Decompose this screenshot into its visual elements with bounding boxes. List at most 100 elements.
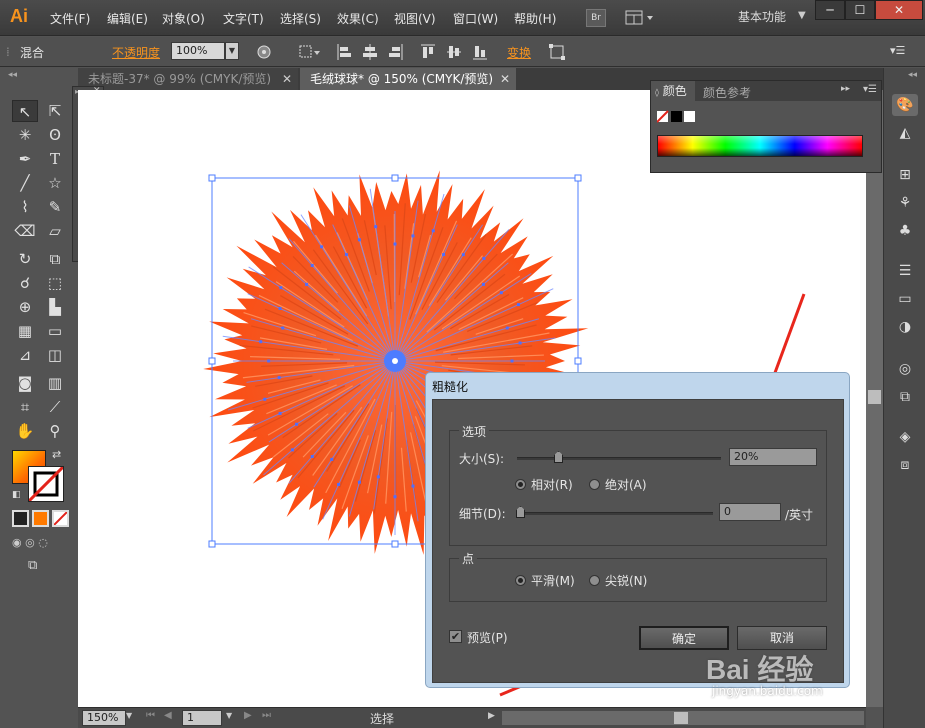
anchor-point[interactable] bbox=[411, 234, 415, 238]
horizontal-scrollbar[interactable] bbox=[502, 711, 864, 725]
symbol-sprayer-tool-icon[interactable]: ◙ bbox=[12, 372, 38, 394]
default-colors-icon[interactable]: ◧ bbox=[12, 490, 21, 500]
scroll-thumb[interactable] bbox=[674, 712, 688, 724]
type-tool-icon[interactable]: T bbox=[42, 148, 68, 170]
paintbrush-tool-icon[interactable]: ⌇ bbox=[12, 196, 38, 218]
selection-tool-icon[interactable]: ↖ bbox=[12, 100, 38, 122]
anchor-point[interactable] bbox=[320, 245, 324, 249]
anchor-point[interactable] bbox=[330, 457, 334, 461]
last-artboard-icon[interactable]: ⏭ bbox=[262, 710, 271, 721]
color-chips[interactable] bbox=[657, 110, 697, 124]
line-tool-icon[interactable]: ╱ bbox=[12, 172, 38, 194]
align-right-icon[interactable] bbox=[388, 43, 404, 61]
anchor-point[interactable] bbox=[393, 495, 397, 499]
layers-icon[interactable]: ◈ bbox=[892, 426, 918, 448]
scroll-thumb[interactable] bbox=[868, 390, 881, 404]
anchor-point[interactable] bbox=[510, 359, 514, 363]
smooth-radio[interactable] bbox=[515, 575, 526, 586]
shape-builder-tool-icon[interactable]: ⊕ bbox=[12, 296, 38, 318]
resize-handle[interactable] bbox=[208, 174, 216, 182]
minimize-button[interactable]: ─ bbox=[815, 0, 845, 20]
size-input[interactable]: 20% bbox=[729, 448, 817, 466]
anchor-point[interactable] bbox=[411, 484, 415, 488]
gradient-panel-icon[interactable]: ▭ bbox=[892, 288, 918, 310]
rotate-tool-icon[interactable]: ↻ bbox=[12, 248, 38, 270]
menu-edit[interactable]: 编辑(E) bbox=[107, 10, 148, 27]
anchor-point[interactable] bbox=[310, 264, 314, 268]
slice-tool-icon[interactable]: ⟋ bbox=[42, 396, 68, 418]
menu-file[interactable]: 文件(F) bbox=[50, 10, 90, 27]
isolate-icon[interactable] bbox=[548, 43, 566, 61]
tab-color-guide[interactable]: 颜色参考 bbox=[703, 84, 751, 101]
column-graph-tool-icon[interactable]: ▥ bbox=[42, 372, 68, 394]
align-left-icon[interactable] bbox=[336, 43, 352, 61]
transparency-icon[interactable]: ◑ bbox=[892, 316, 918, 338]
vertical-scrollbar[interactable] bbox=[866, 90, 883, 707]
pen-tool-icon[interactable]: ✒ bbox=[12, 148, 38, 170]
bridge-button[interactable]: Br bbox=[586, 9, 606, 27]
corner-radio[interactable] bbox=[589, 575, 600, 586]
menu-type[interactable]: 文字(T) bbox=[223, 10, 264, 27]
symbols-icon[interactable]: ♣ bbox=[892, 220, 918, 242]
resize-handle[interactable] bbox=[574, 357, 582, 365]
appearance-icon[interactable]: ◎ bbox=[892, 358, 918, 380]
tab-untitled-37[interactable]: 未标题-37* @ 99% (CMYK/预览) ✕ bbox=[78, 68, 298, 90]
resize-handle[interactable] bbox=[391, 540, 399, 548]
lasso-tool-icon[interactable]: ʘ bbox=[42, 124, 68, 146]
star-tool-icon[interactable]: ☆ bbox=[42, 172, 68, 194]
menu-view[interactable]: 视图(V) bbox=[394, 10, 436, 27]
tab-fuzzy-ball[interactable]: 毛绒球球* @ 150% (CMYK/预览) ✕ bbox=[300, 68, 516, 90]
panel-menu-icon[interactable]: ▾☰ bbox=[863, 84, 877, 95]
anchor-point[interactable] bbox=[442, 253, 446, 257]
maximize-button[interactable]: ☐ bbox=[845, 0, 875, 20]
stroke-icon[interactable]: ☰ bbox=[892, 260, 918, 282]
anchor-point[interactable] bbox=[310, 454, 314, 458]
free-transform-tool-icon[interactable]: ⬚ bbox=[42, 272, 68, 294]
perspective-grid-tool-icon[interactable]: ▙ bbox=[42, 296, 68, 318]
align-to-icon[interactable] bbox=[298, 43, 322, 61]
swap-colors-icon[interactable]: ⇄ bbox=[52, 448, 61, 461]
zoom-input[interactable]: 150% bbox=[82, 710, 126, 726]
recolor-icon[interactable] bbox=[256, 44, 272, 60]
anchor-point[interactable] bbox=[481, 282, 485, 286]
previous-artboard-icon[interactable]: ◀ bbox=[164, 710, 172, 721]
anchor-point[interactable] bbox=[337, 482, 341, 486]
anchor-point[interactable] bbox=[518, 341, 522, 345]
anchor-point[interactable] bbox=[278, 307, 282, 311]
align-bottom-icon[interactable] bbox=[472, 43, 488, 61]
collapse-icon[interactable]: ▸▸ bbox=[841, 84, 850, 94]
anchor-point[interactable] bbox=[482, 256, 486, 260]
artboard-dropdown-icon[interactable]: ▼ bbox=[226, 711, 232, 720]
anchor-point[interactable] bbox=[461, 253, 465, 257]
absolute-radio[interactable] bbox=[589, 479, 600, 490]
anchor-point[interactable] bbox=[376, 475, 380, 479]
align-center-icon[interactable] bbox=[362, 43, 378, 61]
next-artboard-icon[interactable]: ▶ bbox=[244, 710, 252, 721]
direct-selection-tool-icon[interactable]: ⇱ bbox=[42, 100, 68, 122]
screen-mode-icon[interactable]: ⧉ bbox=[28, 558, 54, 574]
artboard-tool-icon[interactable]: ⌗ bbox=[12, 396, 38, 418]
anchor-point[interactable] bbox=[499, 291, 503, 295]
resize-handle[interactable] bbox=[208, 357, 216, 365]
workspace-switcher[interactable]: 基本功能 bbox=[738, 8, 786, 25]
size-slider-track[interactable] bbox=[517, 457, 721, 460]
resize-handle[interactable] bbox=[208, 540, 216, 548]
collapse-icon[interactable]: ◂◂ bbox=[8, 70, 17, 80]
detail-input[interactable]: 0 bbox=[719, 503, 781, 521]
first-artboard-icon[interactable]: ⏮ bbox=[146, 710, 155, 721]
close-window-button[interactable]: ✕ bbox=[875, 0, 923, 20]
color-panel-icon[interactable]: 🎨 bbox=[892, 94, 918, 116]
anchor-point[interactable] bbox=[357, 480, 361, 484]
color-guide-icon[interactable]: ◭ bbox=[892, 122, 918, 144]
cancel-button[interactable]: 取消 bbox=[737, 626, 827, 650]
anchor-point[interactable] bbox=[344, 253, 348, 257]
anchor-point[interactable] bbox=[278, 411, 282, 415]
align-middle-icon[interactable] bbox=[446, 43, 462, 61]
relative-radio[interactable] bbox=[515, 479, 526, 490]
artboard-number-input[interactable]: 1 bbox=[182, 710, 222, 726]
mesh-tool-icon[interactable]: ▦ bbox=[12, 320, 38, 342]
zoom-tool-icon[interactable]: ⚲ bbox=[42, 420, 68, 442]
anchor-point[interactable] bbox=[281, 326, 285, 330]
menu-window[interactable]: 窗口(W) bbox=[453, 10, 498, 27]
magic-wand-tool-icon[interactable]: ✳ bbox=[12, 124, 38, 146]
